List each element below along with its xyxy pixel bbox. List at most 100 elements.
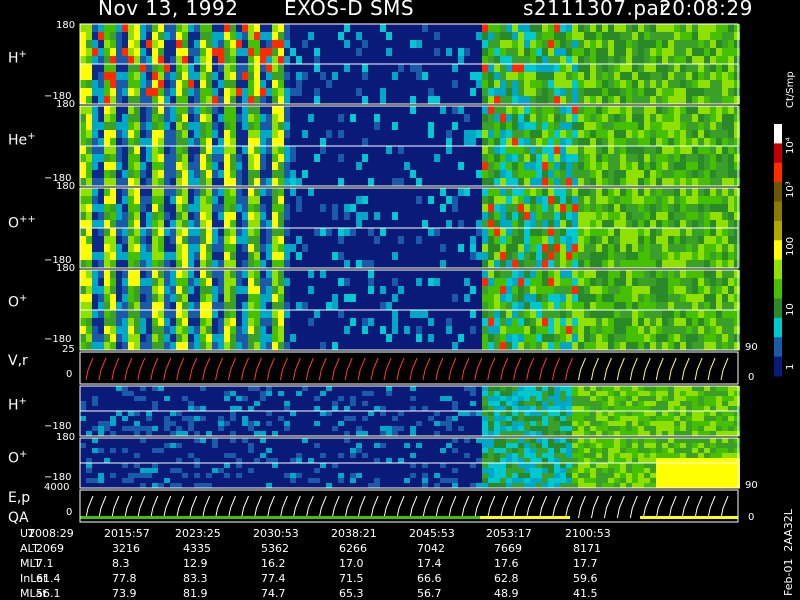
heatmap-cell	[188, 204, 194, 213]
heatmap-cell	[248, 401, 254, 407]
heatmap-cell	[584, 162, 590, 171]
heatmap-cell	[722, 80, 728, 89]
heatmap-cell	[692, 32, 698, 41]
heatmap-cell	[86, 32, 92, 41]
heatmap-cell	[128, 228, 134, 237]
heatmap-cell	[674, 56, 680, 65]
heatmap-cell	[554, 170, 560, 179]
heatmap-cell	[308, 32, 314, 41]
heatmap-cell	[416, 278, 422, 287]
heatmap-cell	[206, 278, 212, 287]
heatmap-cell	[92, 220, 98, 229]
heatmap-cell	[506, 24, 512, 33]
heatmap-cell	[140, 122, 146, 131]
heatmap-cell	[320, 96, 326, 105]
heatmap-cell	[692, 154, 698, 163]
heatmap-cell	[482, 88, 488, 97]
heatmap-cell	[620, 130, 626, 139]
heatmap-cell	[356, 122, 362, 131]
heatmap-cell	[530, 236, 536, 245]
heatmap-cell	[152, 56, 158, 65]
heatmap-cell	[206, 310, 212, 319]
heatmap-cell	[650, 204, 656, 213]
heatmap-cell	[668, 130, 674, 139]
heatmap-cell	[458, 146, 464, 155]
heatmap-cell	[374, 32, 380, 41]
heatmap-cell	[434, 80, 440, 89]
heatmap-cell	[650, 278, 656, 287]
heatmap-cell	[428, 334, 434, 343]
heatmap-cell	[668, 188, 674, 197]
heatmap-cell	[308, 24, 314, 33]
heatmap-cell	[608, 318, 614, 327]
heatmap-cell	[104, 106, 110, 115]
heatmap-cell	[356, 244, 362, 253]
heatmap-cell	[104, 188, 110, 197]
heatmap-cell	[272, 196, 278, 205]
heatmap-cell	[284, 64, 290, 73]
heatmap-cell	[668, 278, 674, 287]
heatmap-cell	[734, 114, 740, 123]
heatmap-cell	[206, 72, 212, 81]
heatmap-cell	[620, 278, 626, 287]
heatmap-cell	[362, 342, 368, 351]
heatmap-cell	[254, 334, 260, 343]
heatmap-cell	[122, 270, 128, 279]
heatmap-cell	[350, 252, 356, 261]
heatmap-cell	[668, 228, 674, 237]
heatmap-cell	[236, 24, 242, 33]
heatmap-cell	[386, 252, 392, 261]
heatmap-cell	[284, 40, 290, 49]
heatmap-cell	[224, 342, 230, 351]
heatmap-cell	[242, 48, 248, 57]
heatmap-cell	[158, 178, 164, 187]
heatmap-cell	[608, 294, 614, 303]
heatmap-cell	[722, 236, 728, 245]
heatmap-cell	[470, 188, 476, 197]
heatmap-cell	[212, 106, 218, 115]
heatmap-cell	[122, 106, 128, 115]
heatmap-cell	[728, 154, 734, 163]
heatmap-cell	[464, 72, 470, 81]
heatmap-cell	[578, 114, 584, 123]
heatmap-cell	[638, 188, 644, 197]
heatmap-cell	[272, 106, 278, 115]
heatmap-cell	[104, 72, 110, 81]
heatmap-cell	[542, 170, 548, 179]
heatmap-cell	[326, 386, 332, 392]
heatmap-cell	[110, 411, 116, 417]
heatmap-cell	[140, 278, 146, 287]
heatmap-cell	[212, 72, 218, 81]
heatmap-cell	[170, 396, 176, 402]
heatmap-cell	[710, 56, 716, 65]
heatmap-cell	[374, 196, 380, 205]
heatmap-cell	[374, 228, 380, 237]
heatmap-cell	[524, 170, 530, 179]
heatmap-cell	[470, 270, 476, 279]
heatmap-cell	[602, 278, 608, 287]
heatmap-cell	[320, 386, 326, 392]
heatmap-cell	[242, 326, 248, 335]
heatmap-cell	[488, 236, 494, 245]
heatmap-cell	[518, 196, 524, 205]
heatmap-cell	[182, 188, 188, 197]
panel-background	[80, 352, 738, 384]
heatmap-cell	[554, 212, 560, 221]
heatmap-cell	[182, 196, 188, 205]
heatmap-cell	[506, 48, 512, 57]
heatmap-cell	[146, 196, 152, 205]
heatmap-cell	[200, 212, 206, 221]
heatmap-cell	[254, 146, 260, 155]
heatmap-cell	[182, 426, 188, 432]
heatmap-cell	[176, 170, 182, 179]
heatmap-cell	[152, 278, 158, 287]
heatmap-cell	[584, 260, 590, 269]
heatmap-cell	[98, 220, 104, 229]
heatmap-cell	[254, 24, 260, 33]
heatmap-cell	[542, 334, 548, 343]
heatmap-cell	[320, 56, 326, 65]
heatmap-cell	[596, 212, 602, 221]
heatmap-cell	[452, 146, 458, 155]
heatmap-cell	[524, 188, 530, 197]
heatmap-cell	[158, 286, 164, 295]
